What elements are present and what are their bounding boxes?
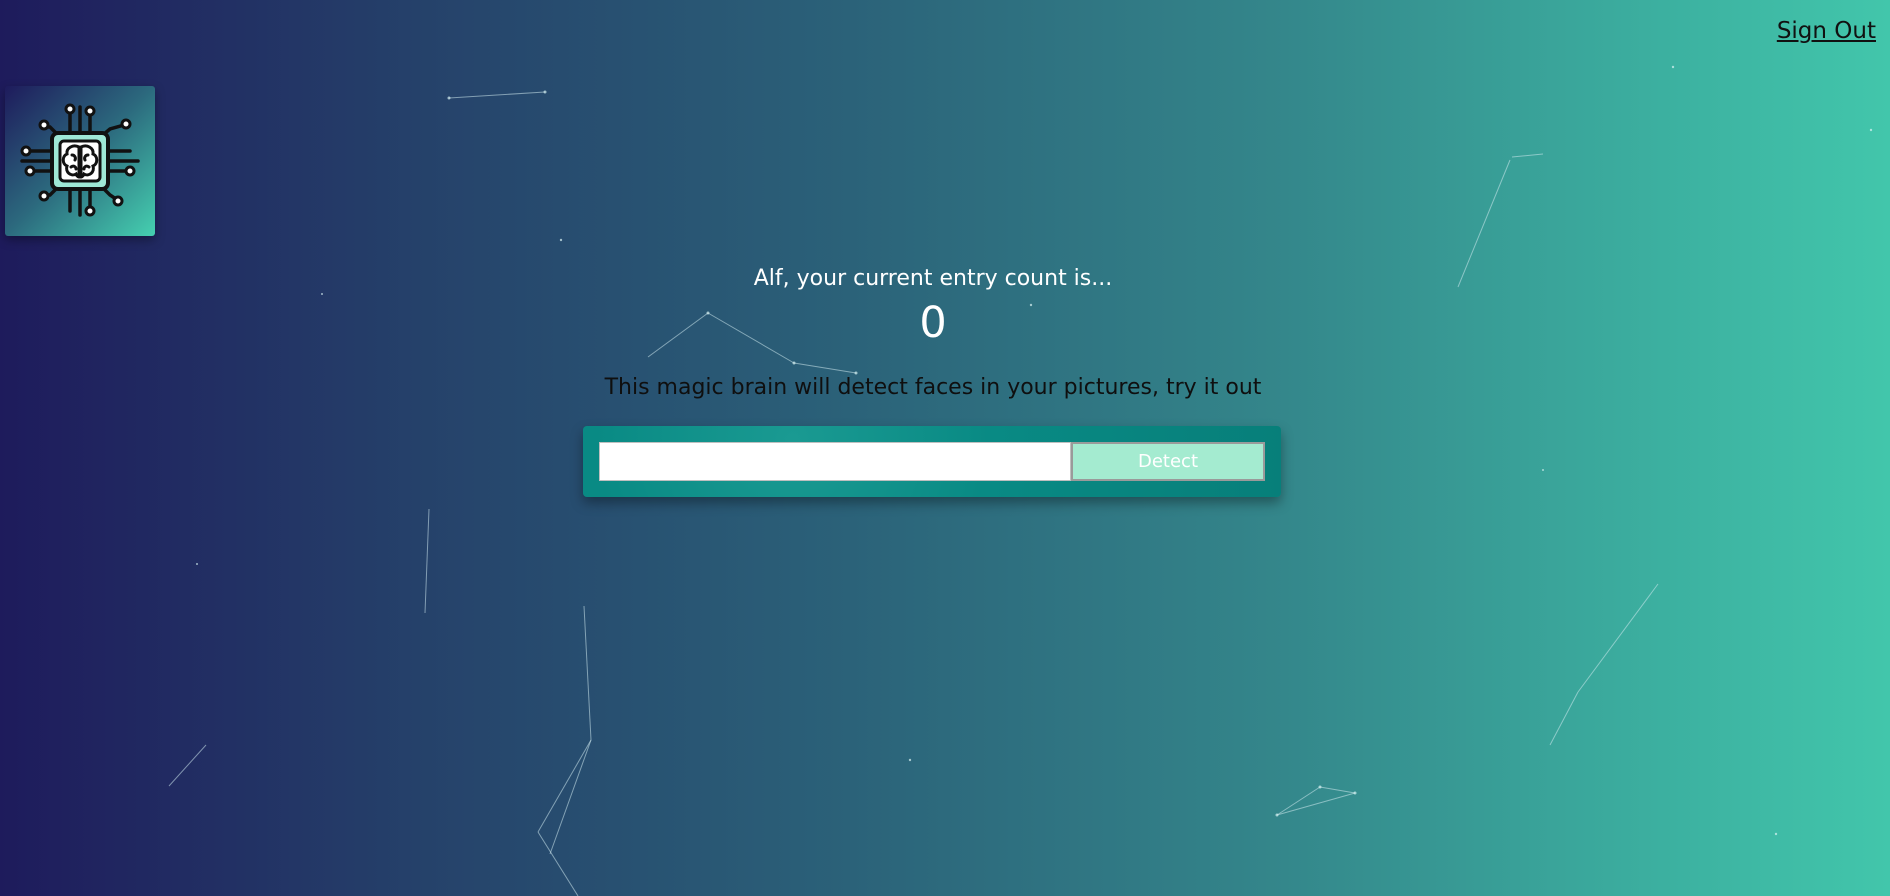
detector-tagline: This magic brain will detect faces in yo… <box>604 375 1262 400</box>
logo[interactable] <box>5 86 155 236</box>
sign-out-link[interactable]: Sign Out <box>1777 18 1876 44</box>
detect-button[interactable]: Detect <box>1071 442 1265 481</box>
entry-count-message: Alf, your current entry count is... <box>753 266 1113 291</box>
brain-chip-icon <box>20 103 140 217</box>
image-url-input[interactable] <box>599 442 1071 481</box>
entry-count-value: 0 <box>919 298 947 348</box>
image-url-form: Detect <box>583 426 1281 497</box>
